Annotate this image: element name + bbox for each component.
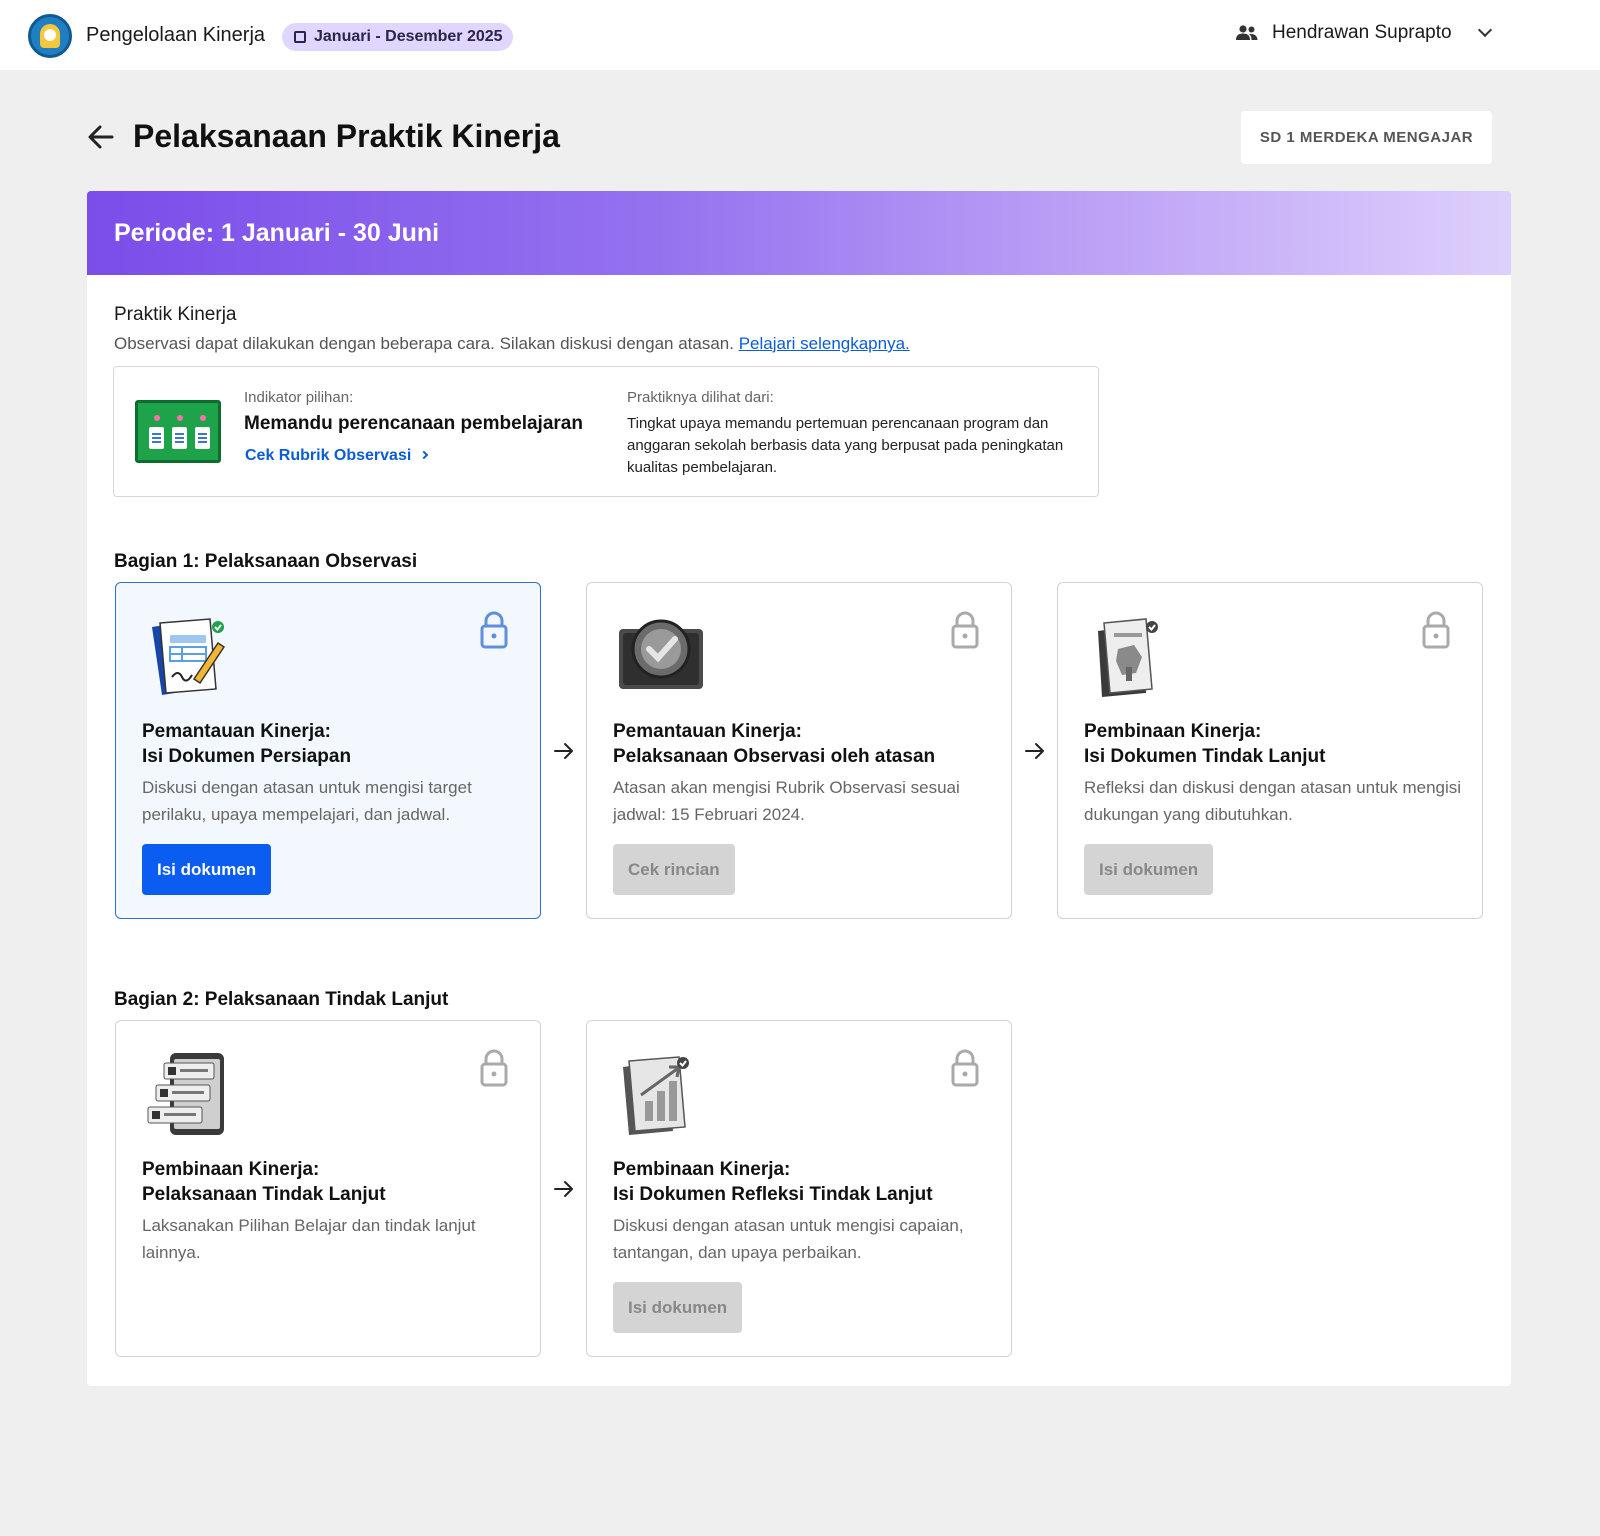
rubric-link[interactable]: Cek Rubrik Observasi: [245, 447, 429, 465]
app-title: Pengelolaan Kinerja: [86, 24, 266, 46]
cek-rincian-button[interactable]: Cek rincian: [613, 844, 735, 895]
period-banner: Periode: 1 Januari - 30 Juni: [87, 191, 1511, 275]
section2-title: Bagian 2: Pelaksanaan Tindak Lanjut: [114, 989, 449, 1010]
lock-icon: [951, 611, 979, 649]
step-title-line2: Isi Dokumen Persiapan: [142, 746, 352, 767]
rubric-link-label: Cek Rubrik Observasi: [245, 447, 412, 464]
banner-period: Periode: 1 Januari - 30 Juni: [114, 219, 440, 247]
step-title-line1: Pembinaan Kinerja:: [613, 1159, 791, 1180]
document-tree-icon: [1098, 618, 1158, 697]
step-card-isi-dokumen-persiapan: Pemantauan Kinerja: Isi Dokumen Persiapa…: [115, 582, 541, 919]
seen-value: Tingkat upaya memandu pertemuan perencan…: [627, 415, 1064, 476]
step-title: Pemantauan Kinerja: Pelaksanaan Observas…: [613, 719, 993, 769]
step-title-line2: Pelaksanaan Tindak Lanjut: [142, 1184, 386, 1205]
step-title: Pembinaan Kinerja: Pelaksanaan Tindak La…: [142, 1157, 522, 1207]
step-title-line1: Pembinaan Kinerja:: [142, 1159, 320, 1180]
step-title-line1: Pembinaan Kinerja:: [1084, 721, 1262, 742]
seen-label: Praktiknya dilihat dari:: [627, 389, 774, 406]
checklist-phone-icon: [147, 1053, 224, 1135]
user-menu[interactable]: Hendrawan Suprapto: [1236, 22, 1492, 44]
main-card: Periode: 1 Januari - 30 Juni Praktik Kin…: [87, 191, 1511, 1386]
lock-icon: [1422, 611, 1450, 649]
period-label: Januari - Desember 2025: [314, 28, 503, 45]
step-title-line2: Pelaksanaan Observasi oleh atasan: [613, 746, 936, 767]
lock-icon: [480, 611, 508, 649]
section1-title: Bagian 1: Pelaksanaan Observasi: [114, 551, 418, 572]
camera-check-icon: [619, 619, 703, 689]
learn-more-link[interactable]: Pelajari selengkapnya.: [739, 334, 910, 353]
step-title-line1: Pemantauan Kinerja:: [142, 721, 331, 742]
isi-dokumen-button[interactable]: Isi dokumen: [142, 844, 272, 895]
indicator-value: Memandu perencanaan pembelajaran: [244, 413, 583, 434]
step-desc: Refleksi dan diskusi dengan atasan untuk…: [1084, 778, 1462, 824]
indicator-box: Indikator pilihan: Memandu perencanaan p…: [113, 366, 1099, 497]
back-arrow-icon[interactable]: [86, 122, 116, 152]
arrow-right-icon: [554, 1181, 573, 1197]
praktik-desc-text: Observasi dapat dilakukan dengan beberap…: [114, 334, 734, 353]
lock-icon: [951, 1049, 979, 1087]
planning-board-icon: [135, 400, 221, 463]
isi-dokumen-button[interactable]: Isi dokumen: [1084, 844, 1214, 895]
top-bar: Pengelolaan Kinerja Januari - Desember 2…: [0, 0, 1600, 70]
praktik-title: Praktik Kinerja: [114, 304, 237, 325]
isi-dokumen-button[interactable]: Isi dokumen: [613, 1282, 743, 1333]
step-title: Pembinaan Kinerja: Isi Dokumen Tindak La…: [1084, 719, 1464, 769]
period-selector[interactable]: Januari - Desember 2025: [282, 23, 513, 51]
step-title-line1: Pemantauan Kinerja:: [613, 721, 802, 742]
document-sign-icon: [152, 618, 226, 695]
step-desc: Diskusi dengan atasan untuk mengisi capa…: [613, 1216, 964, 1262]
step-title-line2: Isi Dokumen Tindak Lanjut: [1084, 746, 1326, 767]
step-title: Pemantauan Kinerja: Isi Dokumen Persiapa…: [142, 719, 522, 769]
step-desc: Diskusi dengan atasan untuk mengisi targ…: [142, 778, 472, 824]
arrow-right-icon: [554, 743, 573, 759]
page-title: Pelaksanaan Praktik Kinerja: [133, 118, 560, 154]
praktik-desc: Observasi dapat dilakukan dengan beberap…: [114, 334, 910, 354]
indicator-label: Indikator pilihan:: [244, 389, 354, 406]
step-card-dokumen-tindak-lanjut: Pembinaan Kinerja: Isi Dokumen Tindak La…: [1057, 582, 1483, 919]
user-name: Hendrawan Suprapto: [1272, 22, 1452, 43]
step-desc: Laksanakan Pilihan Belajar dan tindak la…: [142, 1216, 476, 1262]
lock-icon: [480, 1049, 508, 1087]
step-title-line2: Isi Dokumen Refleksi Tindak Lanjut: [613, 1184, 933, 1205]
school-badge: SD 1 MERDEKA MENGAJAR: [1241, 111, 1492, 164]
step-card-pelaksanaan-tindak-lanjut: Pembinaan Kinerja: Pelaksanaan Tindak La…: [115, 1020, 541, 1357]
chevron-right-icon: [420, 450, 429, 460]
users-icon: [1236, 25, 1258, 40]
calendar-square-icon: [294, 31, 306, 43]
step-title: Pembinaan Kinerja: Isi Dokumen Refleksi …: [613, 1157, 993, 1207]
chevron-down-icon: [1477, 22, 1492, 38]
report-chart-icon: [623, 1056, 689, 1135]
tut-wuri-logo-icon[interactable]: [28, 14, 72, 58]
step-desc: Atasan akan mengisi Rubrik Observasi ses…: [613, 778, 960, 824]
step-card-observasi-atasan: Pemantauan Kinerja: Pelaksanaan Observas…: [586, 582, 1012, 919]
arrow-right-icon: [1025, 743, 1044, 759]
step-card-refleksi-tindak-lanjut: Pembinaan Kinerja: Isi Dokumen Refleksi …: [586, 1020, 1012, 1357]
